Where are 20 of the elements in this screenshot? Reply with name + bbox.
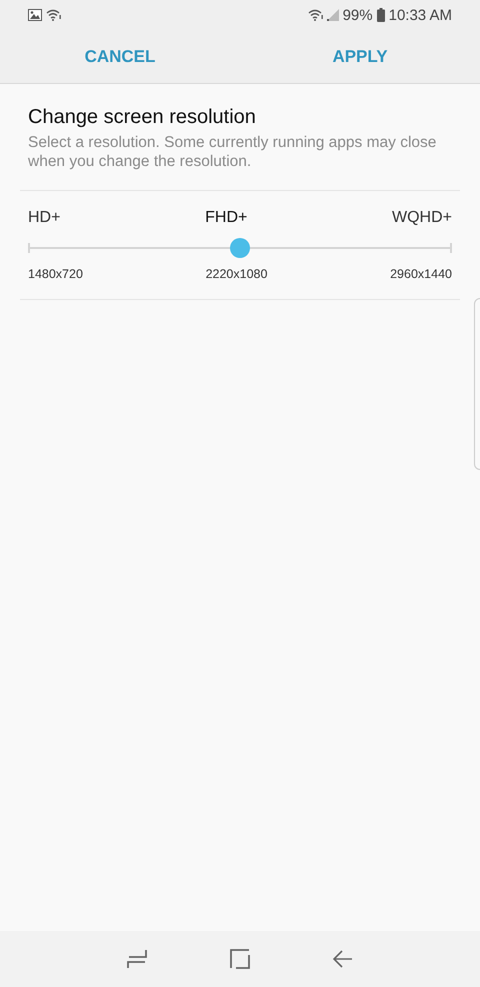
home-icon[interactable] bbox=[230, 949, 250, 969]
slider-thumb[interactable] bbox=[230, 238, 250, 258]
battery-icon bbox=[376, 8, 385, 22]
recent-apps-icon[interactable] bbox=[127, 949, 148, 969]
resolution-value: 2220x1080 bbox=[206, 267, 268, 281]
resolution-option[interactable]: HD+ bbox=[28, 209, 60, 227]
resolution-option[interactable]: FHD+ bbox=[205, 209, 248, 227]
resolution-value: 1480x720 bbox=[28, 267, 83, 281]
back-icon[interactable] bbox=[332, 949, 353, 969]
battery-percent: 99% bbox=[342, 6, 373, 24]
signal-icon bbox=[326, 9, 339, 21]
description-text: Select a resolution. Some currently running apps may close when you change the resolution. bbox=[28, 133, 438, 171]
picture-icon bbox=[28, 9, 42, 21]
wifi-icon bbox=[46, 9, 61, 21]
resolution-slider[interactable] bbox=[28, 237, 452, 259]
page-title: Change screen resolution bbox=[28, 106, 257, 129]
clock-time: 10:33 AM bbox=[388, 6, 452, 24]
resolution-option[interactable]: WQHD+ bbox=[392, 209, 452, 227]
resolution-value: 2960x1440 bbox=[390, 267, 452, 281]
wifi-icon bbox=[308, 9, 323, 21]
